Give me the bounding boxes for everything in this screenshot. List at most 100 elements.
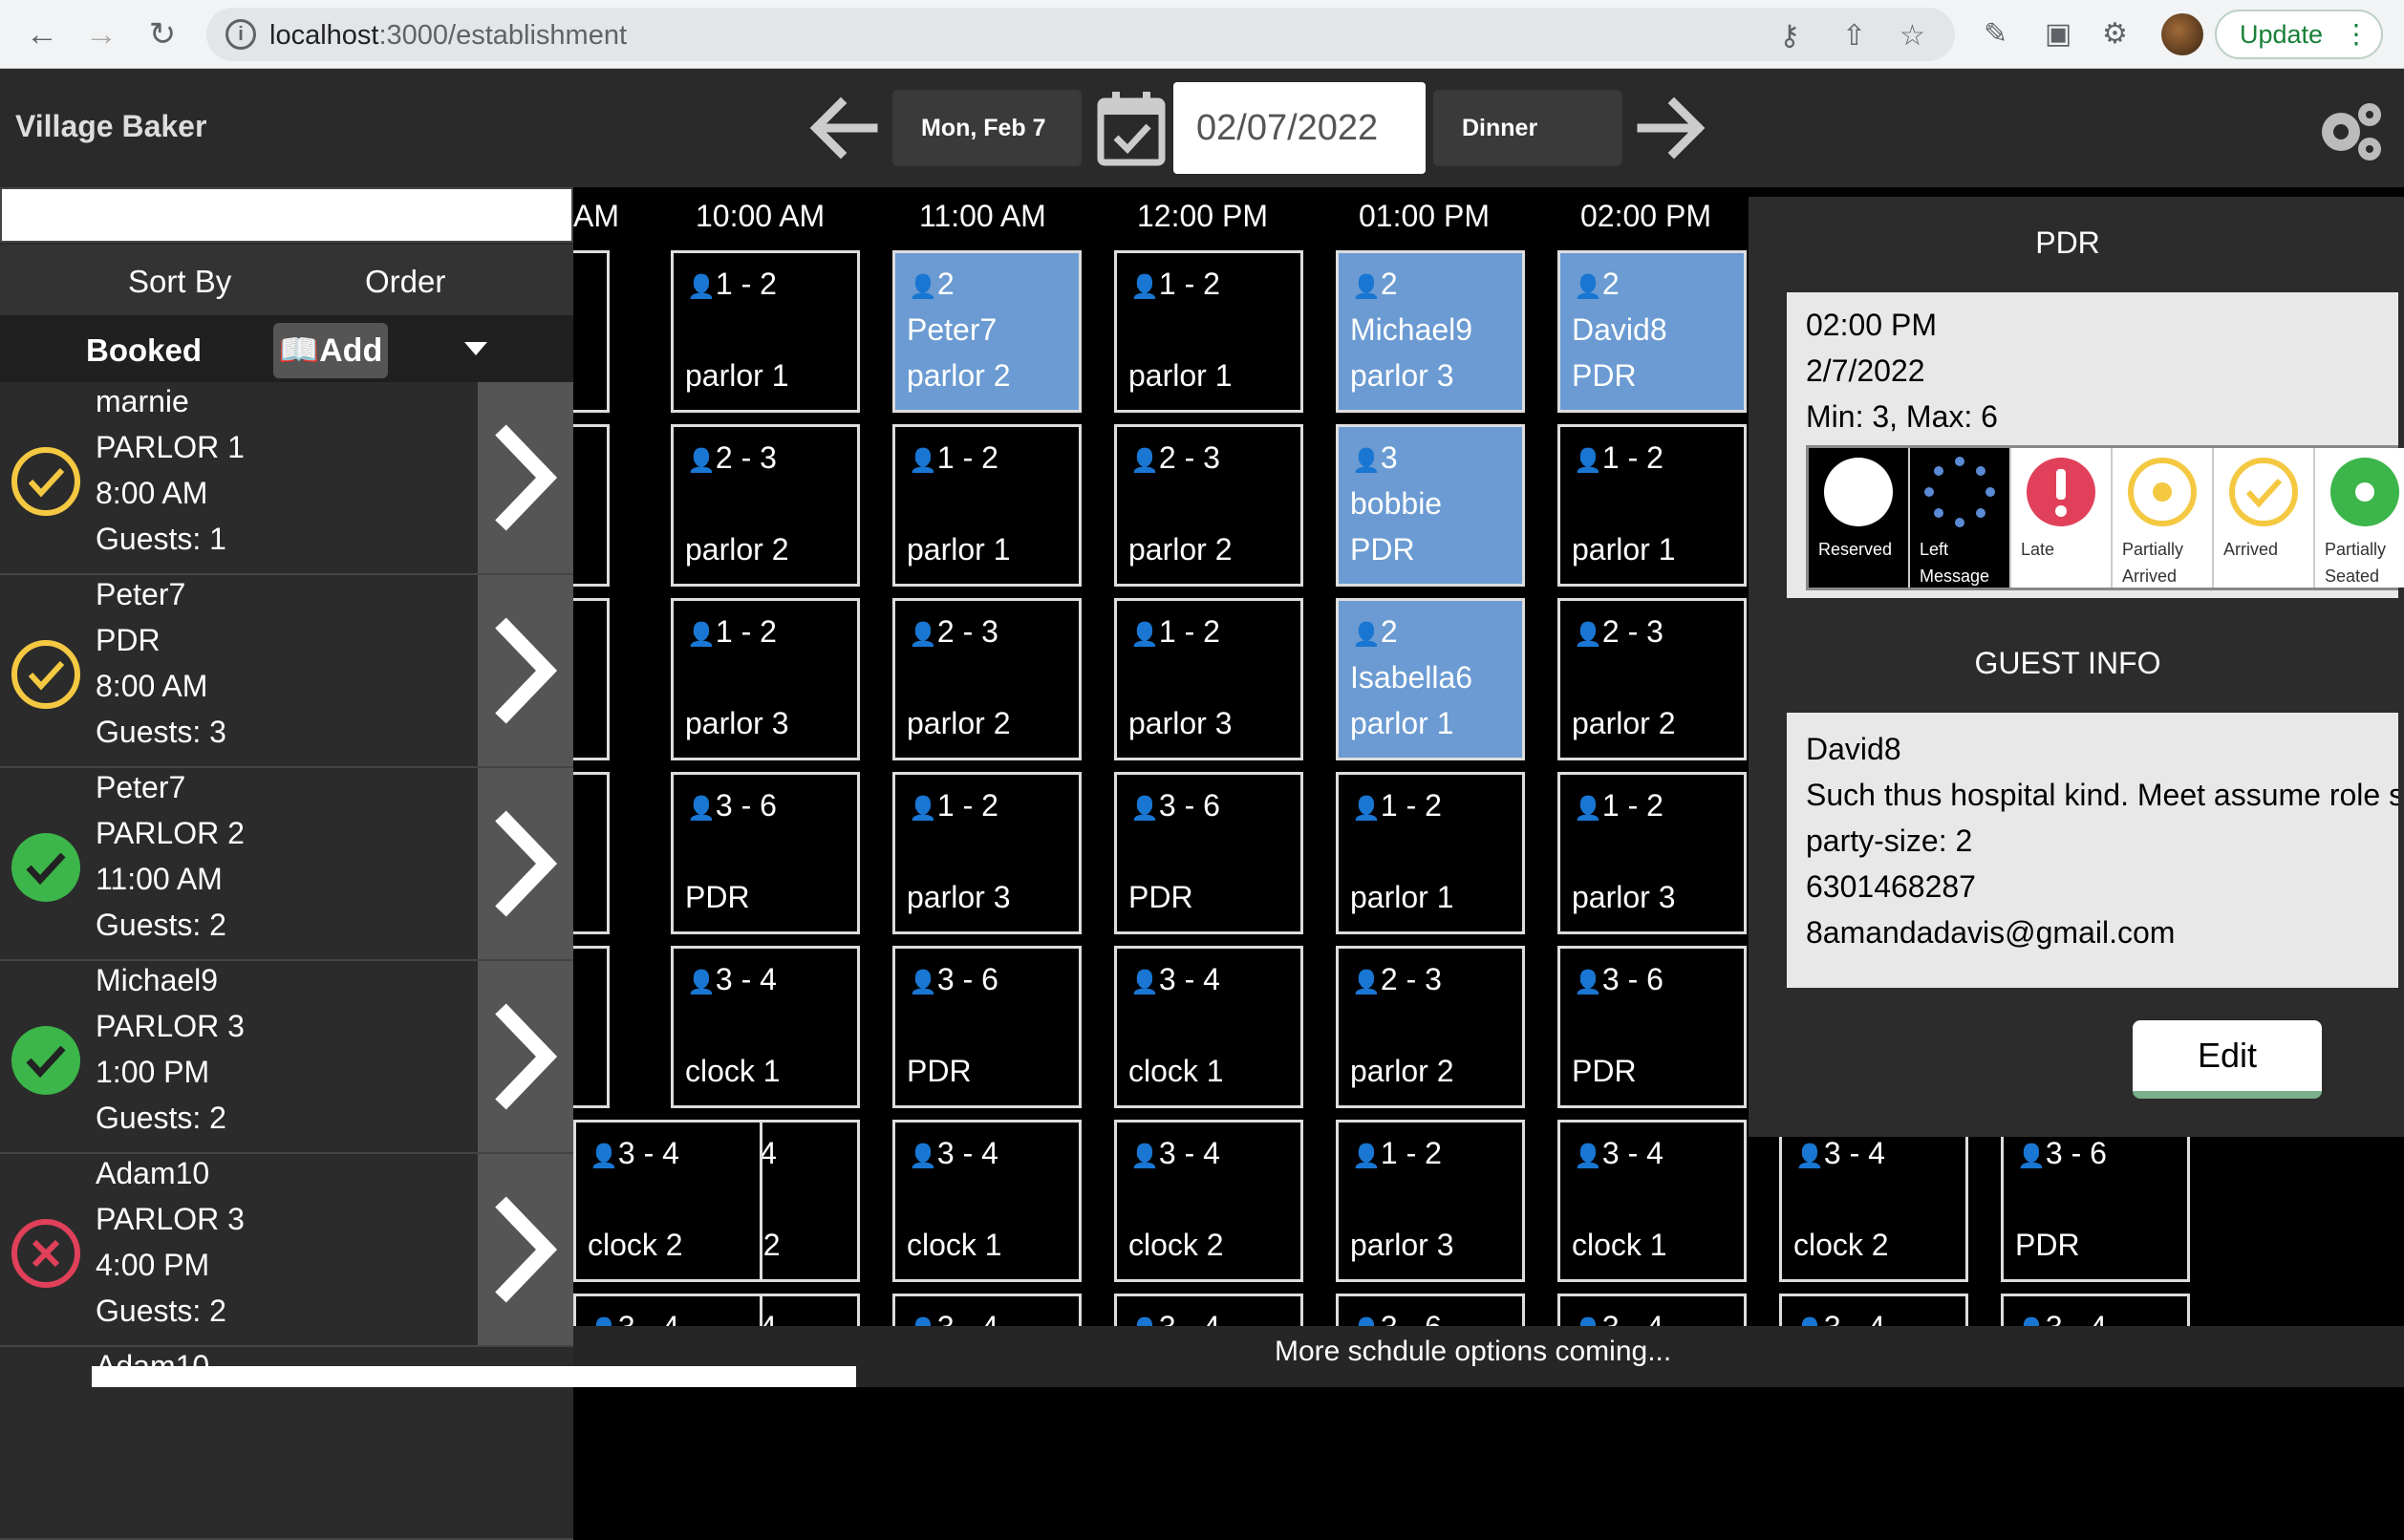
open-reservation-button[interactable]: [478, 575, 573, 766]
slot-party-size: 👤2 - 3: [1352, 962, 1442, 997]
sort-by-label[interactable]: Sort By: [128, 264, 231, 300]
slot-cell[interactable]: 👤3 - 4: [1557, 1294, 1747, 1326]
share-icon[interactable]: ⇧: [1842, 19, 1866, 53]
slot-cell[interactable]: 👤1 - 2 parlor 1: [1336, 772, 1525, 934]
slot-cell[interactable]: 👤3 - 6 PDR: [1114, 772, 1303, 934]
order-label[interactable]: Order: [365, 264, 445, 300]
open-reservation-button[interactable]: [478, 768, 573, 959]
slot-cell[interactable]: 👤3 - 4: [1114, 1294, 1303, 1326]
site-info-icon[interactable]: i: [225, 19, 256, 50]
service-button[interactable]: Dinner: [1433, 90, 1622, 166]
open-reservation-button[interactable]: [478, 961, 573, 1152]
booked-slot-cell[interactable]: 👤2 David8 PDR: [1557, 250, 1747, 413]
slot-cell[interactable]: 👤3 - 6 PDR: [671, 772, 860, 934]
menu-dots-icon[interactable]: ⋮: [2343, 11, 2370, 57]
slot-cell[interactable]: 👤3 - 4 clock 2: [1779, 1120, 1968, 1282]
slot-cell[interactable]: 👤3 - 4 clock 2: [573, 1120, 762, 1282]
slot-cell[interactable]: 👤3 - 6 PDR: [2001, 1120, 2190, 1282]
slot-room: PDR: [1350, 532, 1415, 567]
date-input[interactable]: [1173, 82, 1426, 174]
tab-icon[interactable]: ▣: [2045, 17, 2071, 51]
search-input[interactable]: [0, 187, 573, 243]
reservation-time: 8:00 AM: [96, 669, 208, 703]
guest-email: 8amandadavis@gmail.com: [1806, 915, 2176, 950]
edit-button[interactable]: Edit: [2133, 1020, 2322, 1099]
party-size-text: 1 - 2: [715, 267, 777, 301]
slot-cell[interactable]: 👤3 - 4 clock 1: [1557, 1120, 1747, 1282]
slot-cell[interactable]: 👤3 - 4: [1779, 1294, 1968, 1326]
open-reservation-button[interactable]: [478, 382, 573, 573]
legend-item[interactable]: Left Message: [1910, 448, 2011, 588]
eyedropper-icon[interactable]: ✎: [1984, 17, 2007, 51]
reservation-item[interactable]: Michael9 PARLOR 3 1:00 PM Guests: 2: [0, 961, 573, 1154]
slot-cell[interactable]: 👤3 - 6 PDR: [892, 946, 1082, 1108]
slot-cell[interactable]: 👤2 - 3 parlor 2: [892, 598, 1082, 760]
booked-slot-cell[interactable]: 👤2 Peter7 parlor 2: [892, 250, 1082, 413]
slot-cell[interactable]: 👤2 - 3 parlor 2: [1557, 598, 1747, 760]
slot-cell[interactable]: 👤1 - 2 parlor 1: [671, 250, 860, 413]
slot-cell[interactable]: 👤1 - 2 parlor 3: [1557, 772, 1747, 934]
slot-cell[interactable]: 👤2 - 3 parlor 2: [1336, 946, 1525, 1108]
star-icon[interactable]: ☆: [1900, 19, 1925, 53]
forward-icon[interactable]: →: [80, 13, 122, 55]
slot-cell[interactable]: 👤1 - 2 parlor 1: [892, 424, 1082, 587]
person-icon: 👤: [1795, 1144, 1824, 1169]
slot-cell[interactable]: [573, 772, 610, 934]
reload-icon[interactable]: ↻: [141, 13, 183, 55]
slot-party-size: 👤3 - 6: [687, 788, 777, 823]
slot-cell[interactable]: 👤1 - 2 parlor 1: [1557, 424, 1747, 587]
legend-item[interactable]: Partially Seated: [2315, 448, 2404, 588]
slot-cell[interactable]: 👤3 - 4: [2001, 1294, 2190, 1326]
slot-cell[interactable]: [573, 946, 610, 1108]
slot-cell[interactable]: 👤3 - 6: [1336, 1294, 1525, 1326]
legend-item[interactable]: Late: [2011, 448, 2113, 588]
reservation-item[interactable]: Adam10 PARLOR 3 4:00 PM Guests: 2: [0, 1154, 573, 1347]
slot-cell[interactable]: 👤2 - 3 parlor 2: [671, 424, 860, 587]
slot-cell[interactable]: 👤1 - 2 parlor 3: [1114, 598, 1303, 760]
slot-cell[interactable]: 👤1 - 2 parlor 1: [1114, 250, 1303, 413]
booked-slot-cell[interactable]: 👤2 Michael9 parlor 3: [1336, 250, 1525, 413]
calendar-icon[interactable]: [1097, 90, 1166, 166]
profile-avatar[interactable]: [2161, 13, 2203, 55]
slot-cell[interactable]: 👤3 - 4 clock 1: [892, 1120, 1082, 1282]
slot-party-size: 👤3 - 6: [1352, 1310, 1442, 1326]
legend-item[interactable]: Partially Arrived: [2113, 448, 2214, 588]
slot-cell[interactable]: [573, 598, 610, 760]
slot-cell[interactable]: 👤2 - 3 parlor 2: [1114, 424, 1303, 587]
guest-name: David8: [1806, 732, 1901, 766]
address-bar[interactable]: i localhost:3000/establishment ⚷ ⇧ ☆: [206, 8, 1955, 61]
slot-cell[interactable]: 👤3 - 4: [892, 1294, 1082, 1326]
prev-day-arrow-icon[interactable]: [805, 90, 881, 166]
slot-cell[interactable]: 👤1 - 2 parlor 3: [671, 598, 860, 760]
legend-item[interactable]: Reserved: [1809, 448, 1910, 588]
key-icon[interactable]: ⚷: [1779, 19, 1800, 53]
slot-cell[interactable]: 👤3 - 4 clock 1: [1114, 946, 1303, 1108]
legend-label-line1: Arrived: [2223, 540, 2279, 559]
book-icon: 📖: [278, 332, 320, 369]
legend-item[interactable]: Arrived: [2214, 448, 2315, 588]
booked-slot-cell[interactable]: 👤2 Isabella6 parlor 1: [1336, 598, 1525, 760]
slot-cell[interactable]: 👤3 - 4: [573, 1294, 762, 1326]
open-reservation-button[interactable]: [478, 1154, 573, 1345]
booked-slot-cell[interactable]: 👤3 bobbie PDR: [1336, 424, 1525, 587]
next-day-arrow-icon[interactable]: [1634, 90, 1710, 166]
update-button[interactable]: Update ⋮: [2215, 10, 2383, 59]
settings-gear-icon[interactable]: [2310, 97, 2387, 164]
slot-cell[interactable]: 👤3 - 6 PDR: [1557, 946, 1747, 1108]
add-button[interactable]: 📖Add: [273, 323, 388, 378]
slot-cell[interactable]: 👤3 - 4 clock 2: [1114, 1120, 1303, 1282]
slot-cell[interactable]: [573, 424, 610, 587]
reservation-item[interactable]: Peter7 PARLOR 2 11:00 AM Guests: 2: [0, 768, 573, 961]
reservation-item[interactable]: Peter7 PDR 8:00 AM Guests: 3: [0, 575, 573, 768]
extensions-icon[interactable]: ⚙: [2102, 17, 2128, 51]
dropdown-caret-icon[interactable]: [464, 342, 487, 355]
back-icon[interactable]: ←: [21, 13, 63, 55]
party-size-text: 1 - 2: [936, 440, 998, 475]
slot-room: parlor 1: [1350, 706, 1454, 740]
slot-cell[interactable]: 👤3 - 4 clock 1: [671, 946, 860, 1108]
day-label-button[interactable]: Mon, Feb 7: [892, 90, 1082, 166]
reservation-item[interactable]: marnie PARLOR 1 8:00 AM Guests: 1: [0, 382, 573, 575]
slot-cell[interactable]: [573, 250, 610, 413]
slot-cell[interactable]: 👤1 - 2 parlor 3: [1336, 1120, 1525, 1282]
slot-cell[interactable]: 👤1 - 2 parlor 3: [892, 772, 1082, 934]
